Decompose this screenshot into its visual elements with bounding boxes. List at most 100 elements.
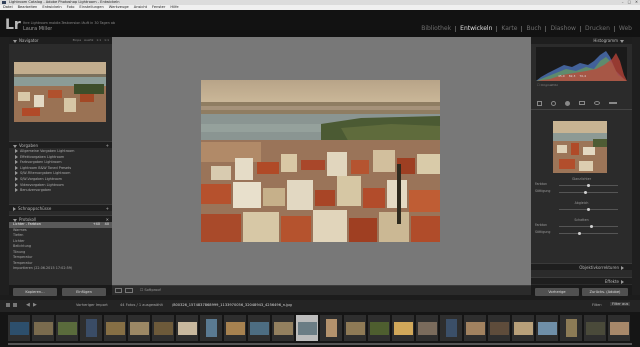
- history-item[interactable]: Lichter - Farbton +40 40: [9, 222, 112, 228]
- snapshots-header[interactable]: Schnappschüsse +: [9, 204, 112, 211]
- slider-knob[interactable]: [587, 184, 590, 187]
- graduated-filter-icon[interactable]: [579, 101, 585, 105]
- photo-count: 44 Fotos / 1 ausgewählt: [120, 303, 163, 307]
- module-entwickeln[interactable]: Entwickeln: [455, 26, 496, 32]
- crop-tool-icon[interactable]: [537, 100, 542, 106]
- module-diashow[interactable]: Diashow: [545, 26, 579, 32]
- slider-knob[interactable]: [589, 225, 593, 228]
- filmstrip-thumb[interactable]: [8, 315, 30, 341]
- copy-button[interactable]: Kopieren...: [13, 288, 57, 296]
- filmstrip-thumb[interactable]: [80, 315, 102, 341]
- module-drucken[interactable]: Drucken: [579, 26, 614, 32]
- filmstrip-thumb[interactable]: [320, 315, 342, 341]
- filmstrip-thumb[interactable]: [152, 315, 174, 341]
- original-photo-checkbox[interactable]: ☐ Originalfoto: [537, 83, 558, 87]
- filmstrip-thumb[interactable]: [368, 315, 390, 341]
- filmstrip-thumb[interactable]: [536, 315, 558, 341]
- filmstrip-thumb[interactable]: [248, 315, 270, 341]
- filmstrip-thumb[interactable]: [440, 315, 462, 341]
- filmstrip-thumb[interactable]: [488, 315, 510, 341]
- effects-header[interactable]: Effekte: [531, 277, 632, 284]
- history-item-label: Lichter - Farbton: [13, 222, 41, 226]
- filmstrip-thumb[interactable]: [272, 315, 294, 341]
- zoom-1-1[interactable]: 1:1: [96, 37, 101, 44]
- grid-view-icon[interactable]: [6, 303, 10, 307]
- history-header[interactable]: Protokoll ✕: [9, 215, 112, 222]
- toolbar: ☐ Softproof: [112, 285, 531, 295]
- navigator-header[interactable]: Navigator Einpa Ausfül 1:1 1:1: [9, 37, 112, 44]
- spot-removal-icon[interactable]: [551, 100, 556, 106]
- filmstrip-thumb[interactable]: [584, 315, 606, 341]
- loupe-view-icon[interactable]: [115, 288, 122, 293]
- filmstrip-header: ◀ ▶ Vorheriger Import 44 Fotos / 1 ausge…: [0, 300, 640, 312]
- split-toning-preview: [553, 121, 607, 173]
- filmstrip-source[interactable]: Vorheriger Import: [76, 303, 108, 307]
- main-photo[interactable]: [201, 80, 440, 242]
- back-arrow-icon[interactable]: ◀: [26, 302, 30, 308]
- filmstrip-thumb[interactable]: [104, 315, 126, 341]
- filmstrip-thumb[interactable]: [128, 315, 150, 341]
- adjustment-brush-icon[interactable]: [609, 102, 617, 104]
- filmstrip-thumb[interactable]: [608, 315, 630, 341]
- histogram-header[interactable]: Histogramm: [531, 37, 632, 44]
- filmstrip-thumb[interactable]: [176, 315, 198, 341]
- filmstrip-scrollbar[interactable]: [8, 343, 632, 345]
- filter-select[interactable]: Filter aus: [610, 302, 631, 306]
- module-web[interactable]: Web: [613, 26, 636, 32]
- left-panel-edge[interactable]: [0, 37, 9, 295]
- slider-knob[interactable]: [578, 232, 582, 235]
- right-panel-edge[interactable]: [632, 37, 640, 295]
- thumbnail-image-icon: [513, 321, 533, 335]
- zoom-fit[interactable]: Einpa: [73, 37, 81, 44]
- module-buch[interactable]: Buch: [521, 26, 545, 32]
- navigator-preview[interactable]: [14, 62, 106, 122]
- history-section: Protokoll ✕ Lichter - Farbton +40 40 Warmes…: [9, 215, 112, 272]
- filmstrip-thumb[interactable]: [392, 315, 414, 341]
- filmstrip-thumb[interactable]: [32, 315, 54, 341]
- add-preset-icon[interactable]: +: [106, 142, 109, 149]
- filmstrip-thumb-selected[interactable]: [296, 315, 318, 341]
- filmstrip-thumb[interactable]: [512, 315, 534, 341]
- histogram-chart[interactable]: 45,0 82,3 70,4: [536, 47, 627, 81]
- previous-button[interactable]: Vorherige: [535, 288, 579, 296]
- filmstrip-thumb[interactable]: [200, 315, 222, 341]
- filmstrip-thumb[interactable]: [560, 315, 582, 341]
- shadow-saturation-slider[interactable]: [559, 232, 618, 235]
- highlight-saturation-slider[interactable]: [559, 191, 618, 194]
- filmstrip-thumb[interactable]: [416, 315, 438, 341]
- zoom-custom[interactable]: 1:1: [104, 37, 109, 44]
- preset-folder-label: Lightroom B&W Toned Presets: [20, 165, 72, 170]
- preset-folder[interactable]: Benutzervorgaben: [15, 188, 112, 194]
- second-window-icon[interactable]: [13, 303, 17, 307]
- navigator-title: Navigator: [19, 38, 39, 43]
- before-after-icon[interactable]: [125, 288, 133, 293]
- zoom-fill[interactable]: Ausfül: [84, 37, 93, 44]
- shadow-hue-slider[interactable]: [559, 225, 618, 228]
- filmstrip-thumb[interactable]: [344, 315, 366, 341]
- balance-slider[interactable]: [559, 208, 618, 211]
- identity-plate: Lr Ihre Lightroom mobile-Testversion läu…: [0, 10, 640, 37]
- user-name: Laura Miller: [23, 26, 53, 32]
- red-eye-icon[interactable]: [565, 100, 570, 106]
- module-bibliothek[interactable]: Bibliothek: [417, 26, 455, 32]
- paste-button[interactable]: Einfügen: [62, 288, 106, 296]
- radial-filter-icon[interactable]: [594, 101, 600, 105]
- expand-triangle-icon: [15, 188, 18, 193]
- highlight-hue-slider[interactable]: [559, 184, 618, 187]
- filmstrip-thumb[interactable]: [56, 315, 78, 341]
- add-snapshot-icon[interactable]: +: [106, 205, 109, 212]
- slider-knob[interactable]: [584, 191, 588, 194]
- slider-knob[interactable]: [587, 208, 590, 211]
- reset-button[interactable]: Zurücks. (Adobe): [582, 288, 628, 296]
- thumbnail-image-icon: [177, 321, 197, 335]
- scrollbar-thumb[interactable]: [8, 343, 632, 345]
- lens-corrections-header[interactable]: Objektivkorrekturen: [531, 263, 632, 270]
- softproof-checkbox[interactable]: ☐ Softproof: [140, 288, 161, 292]
- history-item[interactable]: Importieren (22.06.2015 17:02:59): [9, 266, 112, 272]
- filmstrip-thumb[interactable]: [464, 315, 486, 341]
- forward-arrow-icon[interactable]: ▶: [33, 302, 37, 308]
- snapshots-title: Schnappschüsse: [18, 206, 52, 211]
- presets-header[interactable]: Vorgaben +: [9, 141, 112, 148]
- module-karte[interactable]: Karte: [496, 26, 521, 32]
- filmstrip-thumb[interactable]: [224, 315, 246, 341]
